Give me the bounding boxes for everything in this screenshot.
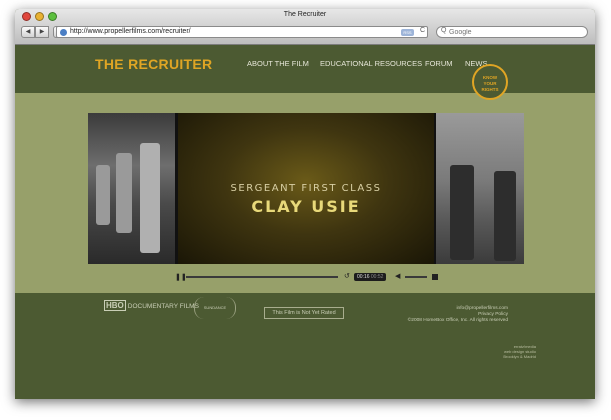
video-controls: ❚❚ ↺ 00:16 00:52 ◀ bbox=[88, 271, 524, 283]
footer-contact: info@propellerfilms.com Privacy Policy ©… bbox=[408, 306, 508, 324]
soldier-figure bbox=[494, 171, 516, 261]
sundance-laurel: SUNDANCE bbox=[194, 297, 236, 319]
know-your-rights-badge[interactable]: KNOW YOUR RIGHTS bbox=[472, 64, 508, 100]
volume-slider[interactable] bbox=[405, 276, 427, 278]
rewind-icon[interactable]: ↺ bbox=[344, 272, 350, 280]
recruit-figure bbox=[140, 143, 160, 253]
recruit-figure bbox=[116, 153, 132, 233]
nav-forum[interactable]: FORUM bbox=[425, 59, 453, 68]
rating-box: This Film is Not Yet Rated bbox=[264, 307, 344, 319]
back-button[interactable]: ◀ bbox=[21, 26, 35, 38]
pause-icon[interactable]: ❚❚ bbox=[175, 273, 187, 281]
nav-educational-resources[interactable]: EDUCATIONAL RESOURCES bbox=[320, 59, 422, 68]
credit-line: Brooklyn & Madrid bbox=[503, 354, 536, 359]
video-player[interactable]: SERGEANT FIRST CLASS CLAY USIE bbox=[88, 113, 524, 264]
video-rank-text: SERGEANT FIRST CLASS bbox=[230, 183, 382, 194]
current-time: 00:16 bbox=[357, 274, 370, 280]
total-time: 00:52 bbox=[370, 274, 384, 280]
hbo-mark: HBO bbox=[104, 300, 126, 311]
window-titlebar: The Recruiter ◀ ▶ + http://www.propeller… bbox=[15, 9, 595, 45]
video-left-panel bbox=[88, 113, 175, 264]
copyright-text: ©2008 HomeBox Office, Inc. All rights re… bbox=[407, 318, 508, 323]
search-icon: Q bbox=[441, 27, 447, 34]
address-bar[interactable]: http://www.propellerfilms.com/recruiter/… bbox=[56, 26, 428, 38]
globe-icon bbox=[60, 29, 67, 36]
video-title-card: SERGEANT FIRST CLASS CLAY USIE bbox=[178, 113, 434, 264]
time-display: 00:16 00:52 bbox=[354, 273, 387, 281]
search-field[interactable]: Q bbox=[436, 26, 588, 38]
badge-line: RIGHTS bbox=[481, 87, 499, 92]
forward-button[interactable]: ▶ bbox=[35, 26, 49, 38]
url-text[interactable]: http://www.propellerfilms.com/recruiter/ bbox=[70, 28, 191, 35]
fullscreen-icon[interactable] bbox=[432, 274, 438, 280]
video-right-panel bbox=[436, 113, 524, 264]
hbo-documentary-logo[interactable]: HBO DOCUMENTARY FILMS bbox=[104, 300, 199, 311]
search-input[interactable] bbox=[449, 28, 579, 37]
video-name-text: CLAY USIE bbox=[251, 197, 361, 216]
window-title: The Recruiter bbox=[283, 11, 327, 18]
volume-icon[interactable]: ◀ bbox=[395, 272, 400, 280]
designer-credit[interactable]: erratz!media web design studio Brooklyn … bbox=[503, 344, 536, 359]
soldier-figure bbox=[450, 165, 474, 260]
site-logo[interactable]: THE RECRUITER bbox=[95, 56, 212, 72]
rss-icon[interactable]: RSS bbox=[401, 29, 414, 36]
video-scrubber[interactable] bbox=[186, 276, 338, 278]
recruit-figure bbox=[96, 165, 110, 225]
reload-icon[interactable]: C bbox=[420, 27, 425, 34]
nav-about-the-film[interactable]: ABOUT THE FILM bbox=[247, 59, 309, 68]
hbo-text: DOCUMENTARY FILMS bbox=[127, 303, 199, 310]
